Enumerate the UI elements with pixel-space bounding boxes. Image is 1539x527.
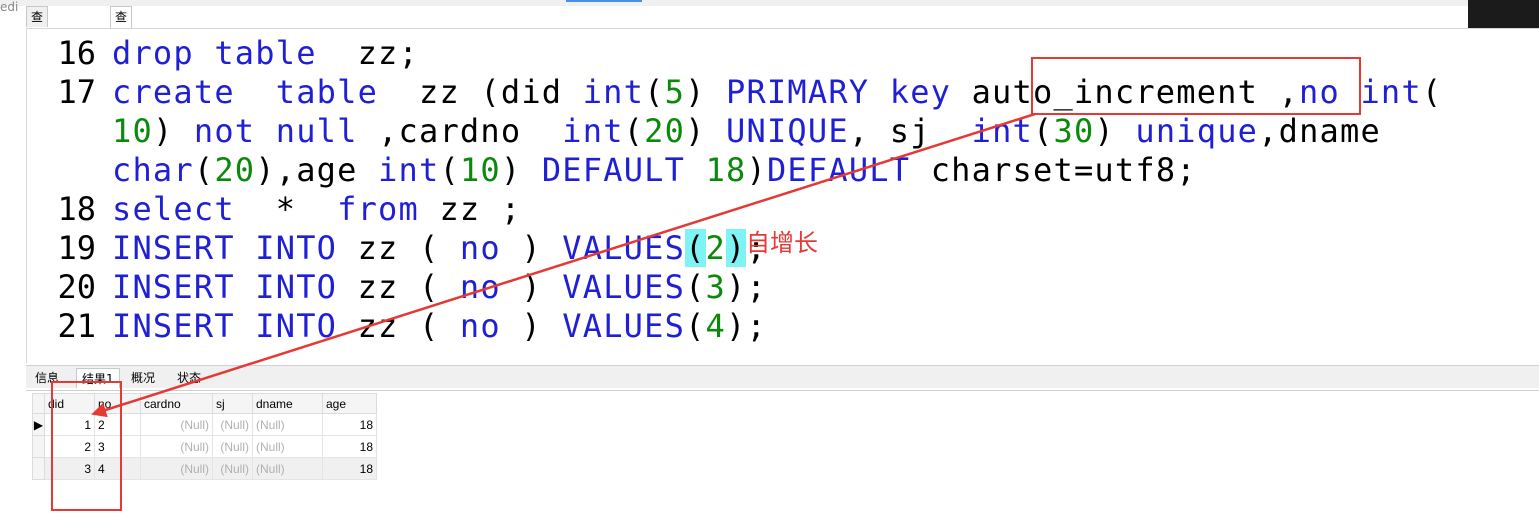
annotation-box-did-column <box>51 381 122 511</box>
line-number: 19 <box>57 229 96 267</box>
row-indicator <box>32 457 45 480</box>
annotation-label: 自增长 <box>746 229 818 257</box>
active-window-indicator <box>566 0 642 2</box>
cell-sj[interactable]: (Null) <box>212 457 253 480</box>
cell-age[interactable]: 18 <box>322 435 377 458</box>
code-line-19: INSERT INTO zz ( no ) VALUES(2); <box>112 229 767 267</box>
tab-status[interactable]: 状态 <box>172 368 206 388</box>
column-header-cardno[interactable]: cardno <box>140 393 213 414</box>
cell-sj[interactable]: (Null) <box>212 413 253 436</box>
cell-dname[interactable]: (Null) <box>252 413 323 436</box>
window-top-strip <box>0 0 1539 6</box>
code-line-17-wrap-2: char(20),age int(10) DEFAULT 18)DEFAULT … <box>112 151 1197 189</box>
cell-age[interactable]: 18 <box>322 413 377 436</box>
line-number: 17 <box>57 73 96 111</box>
code-line-21: INSERT INTO zz ( no ) VALUES(4); <box>112 307 767 345</box>
cell-dname[interactable]: (Null) <box>252 435 323 458</box>
tab-query-builder[interactable]: 查询创建工具 <box>26 6 49 129</box>
cell-sj[interactable]: (Null) <box>212 435 253 458</box>
cell-cardno[interactable]: (Null) <box>140 413 213 436</box>
current-row-indicator-icon: ▶ <box>32 413 45 436</box>
line-number: 21 <box>57 307 96 345</box>
column-header-sj[interactable]: sj <box>212 393 253 414</box>
line-number: 16 <box>57 34 96 72</box>
cell-age[interactable]: 18 <box>322 457 377 480</box>
annotation-box-auto-increment <box>1031 57 1361 115</box>
line-number: 20 <box>57 268 96 306</box>
tab-profile[interactable]: 概况 <box>126 368 160 388</box>
code-line-16: drop table zz; <box>112 34 419 72</box>
code-line-18: select * from zz ; <box>112 190 522 228</box>
row-indicator <box>32 435 45 458</box>
result-grid-area: did no cardno sj dname age ▶ 1 2 (Null) … <box>26 390 1539 527</box>
clipped-left-panel-text: edi <box>0 0 19 14</box>
cell-cardno[interactable]: (Null) <box>140 457 213 480</box>
line-number: 18 <box>57 190 96 228</box>
cell-cardno[interactable]: (Null) <box>140 435 213 458</box>
code-line-20: INSERT INTO zz ( no ) VALUES(3); <box>112 268 767 306</box>
row-indicator-header <box>32 393 45 414</box>
column-header-dname[interactable]: dname <box>252 393 323 414</box>
column-header-age[interactable]: age <box>322 393 377 414</box>
code-line-17-wrap-1: 10) not null ,cardno int(20) UNIQUE, sj … <box>112 112 1381 150</box>
tab-query-editor[interactable]: 查询编辑器 <box>110 6 133 108</box>
result-tab-bar: 信息 结果1 概况 状态 <box>26 365 1539 388</box>
cell-dname[interactable]: (Null) <box>252 457 323 480</box>
